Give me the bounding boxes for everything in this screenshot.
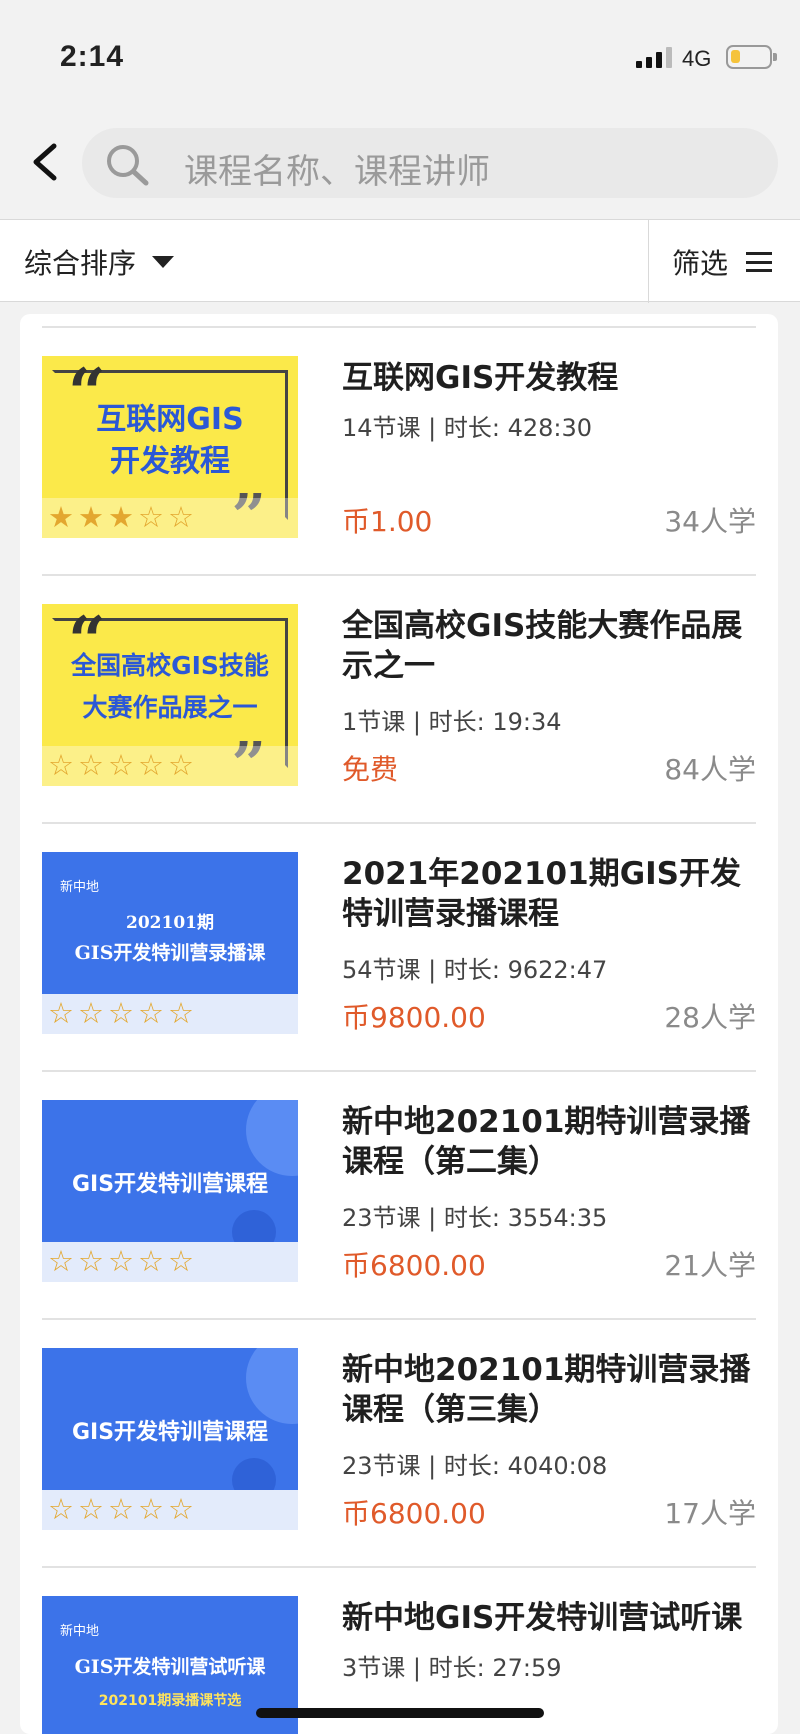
menu-icon: [746, 252, 773, 272]
star-outline-icon: ☆: [48, 1492, 74, 1526]
thumb-text: 全国高校GIS技能: [71, 651, 269, 680]
star-filled-icon: ★: [108, 500, 134, 534]
thumb-text: 202101期录播课节选: [98, 1693, 242, 1709]
course-meta: 1节课 | 时长: 19:34: [342, 708, 562, 736]
network-type: 4G: [682, 46, 712, 71]
course-meta: 23节课 | 时长: 4040:08: [342, 1452, 608, 1480]
star-outline-icon: ☆: [138, 996, 164, 1030]
thumb-text: 202101期: [126, 913, 214, 933]
course-title: 新中地GIS开发特训营试听课: [342, 1600, 743, 1636]
course-thumbnail: “ 全国高校GIS技能 大赛作品展之一 ” ☆ ☆ ☆ ☆ ☆: [42, 604, 298, 786]
star-outline-icon: ☆: [48, 748, 74, 782]
thumb-text: GIS开发特训营课程: [71, 1420, 269, 1445]
rating-stars: ☆ ☆ ☆ ☆ ☆: [48, 1247, 194, 1276]
battery-icon: [726, 45, 777, 69]
star-outline-icon: ☆: [78, 1492, 104, 1526]
caret-down-icon: [152, 256, 175, 268]
thumb-text: GIS开发特训营试听课: [74, 1656, 266, 1678]
rating-stars: ☆ ☆ ☆ ☆ ☆: [48, 1495, 194, 1524]
course-title: 2021年202101期GIS开发特训营录播课程: [342, 856, 742, 932]
filter-button[interactable]: 筛选: [672, 242, 773, 282]
course-item[interactable]: “ 互联网GIS 开发教程 ” ★ ★ ★ ☆ ☆ 互联网GIS开发教程 14节课 | …: [42, 328, 756, 576]
star-outline-icon: ☆: [168, 1244, 194, 1278]
course-item[interactable]: GIS开发特训营课程 ☆ ☆ ☆ ☆ ☆ 新中地202101期特训营录播课程（第三集） …: [42, 1320, 756, 1568]
course-meta: 23节课 | 时长: 3554:35: [342, 1204, 608, 1232]
search-input[interactable]: 课程名称、课程讲师: [184, 144, 490, 193]
star-outline-icon: ☆: [138, 748, 164, 782]
course-item[interactable]: GIS开发特训营课程 ☆ ☆ ☆ ☆ ☆ 新中地202101期特训营录播课程（第二集） …: [42, 1072, 756, 1320]
star-outline-icon: ☆: [108, 748, 134, 782]
star-outline-icon: ☆: [78, 996, 104, 1030]
star-outline-icon: ☆: [138, 500, 164, 534]
thumb-text: 新中地: [60, 880, 100, 895]
star-outline-icon: ☆: [168, 500, 194, 534]
thumb-text: 开发教程: [110, 444, 230, 479]
star-outline-icon: ☆: [108, 1492, 134, 1526]
rating-stars: ☆ ☆ ☆ ☆ ☆: [48, 999, 194, 1028]
course-item[interactable]: 新中地 202101期 GIS开发特训营录播课 ☆ ☆ ☆ ☆ ☆ 2021年20210…: [42, 824, 756, 1072]
course-list: “ 互联网GIS 开发教程 ” ★ ★ ★ ☆ ☆ 互联网GIS开发教程 14节课 | …: [20, 314, 778, 1734]
course-title: 互联网GIS开发教程: [342, 360, 619, 396]
course-title: 全国高校GIS技能大赛作品展示之一: [342, 608, 743, 684]
star-outline-icon: ☆: [78, 748, 104, 782]
status-bar: 2:14 4G: [0, 0, 800, 110]
course-price: 免费: [342, 753, 399, 786]
filter-bar: 综合排序 筛选: [0, 219, 800, 303]
star-outline-icon: ☆: [78, 1244, 104, 1278]
status-time: 2:14: [60, 40, 125, 73]
course-title: 新中地202101期特训营录播课程（第二集）: [342, 1104, 751, 1180]
course-thumbnail: 新中地 202101期 GIS开发特训营录播课 ☆ ☆ ☆ ☆ ☆: [42, 852, 298, 1034]
learner-count: 17人学: [664, 1497, 756, 1530]
learner-count: 21人学: [664, 1249, 756, 1282]
learner-count: 84人学: [664, 753, 756, 786]
star-outline-icon: ☆: [138, 1244, 164, 1278]
course-meta: 14节课 | 时长: 428:30: [342, 414, 593, 442]
sort-dropdown[interactable]: 综合排序: [24, 242, 175, 282]
course-thumbnail: “ 互联网GIS 开发教程 ” ★ ★ ★ ☆ ☆: [42, 356, 298, 538]
top-nav: 课程名称、课程讲师: [0, 110, 800, 220]
star-outline-icon: ☆: [48, 996, 74, 1030]
thumb-text: GIS开发特训营录播课: [74, 942, 266, 964]
learner-count: 34人学: [664, 505, 756, 538]
thumb-text: 互联网GIS: [96, 402, 244, 437]
filter-label: 筛选: [672, 247, 729, 280]
course-price: 币1.00: [342, 505, 433, 538]
course-price: 币6800.00: [342, 1497, 486, 1530]
course-meta: 54节课 | 时长: 9622:47: [342, 956, 608, 984]
course-thumbnail: GIS开发特训营课程 ☆ ☆ ☆ ☆ ☆: [42, 1348, 298, 1530]
star-filled-icon: ★: [78, 500, 104, 534]
signal-icon: [636, 46, 672, 68]
thumb-text: GIS开发特训营课程: [71, 1172, 269, 1197]
home-indicator[interactable]: [256, 1708, 544, 1718]
star-outline-icon: ☆: [108, 1244, 134, 1278]
search-icon: [107, 145, 149, 186]
star-filled-icon: ★: [48, 500, 74, 534]
thumb-text: 大赛作品展之一: [82, 693, 258, 722]
star-outline-icon: ☆: [168, 1492, 194, 1526]
divider: [648, 220, 649, 303]
course-title: 新中地202101期特训营录播课程（第三集）: [342, 1352, 751, 1428]
rating-stars: ☆ ☆ ☆ ☆ ☆: [48, 751, 194, 780]
rating-stars: ★ ★ ★ ☆ ☆: [48, 503, 194, 532]
sort-label: 综合排序: [24, 247, 137, 280]
search-bar[interactable]: 课程名称、课程讲师: [82, 128, 778, 198]
course-price: 币6800.00: [342, 1249, 486, 1282]
star-outline-icon: ☆: [138, 1492, 164, 1526]
learner-count: 28人学: [664, 1001, 756, 1034]
course-item[interactable]: “ 全国高校GIS技能 大赛作品展之一 ” ☆ ☆ ☆ ☆ ☆ 全国高校GIS技能大赛作…: [42, 576, 756, 824]
course-thumbnail: GIS开发特训营课程 ☆ ☆ ☆ ☆ ☆: [42, 1100, 298, 1282]
course-meta: 3节课 | 时长: 27:59: [342, 1654, 562, 1682]
back-arrow-icon[interactable]: [26, 140, 66, 184]
star-outline-icon: ☆: [168, 748, 194, 782]
star-outline-icon: ☆: [48, 1244, 74, 1278]
thumb-text: 新中地: [60, 1624, 100, 1639]
star-outline-icon: ☆: [108, 996, 134, 1030]
star-outline-icon: ☆: [168, 996, 194, 1030]
battery-level: [731, 50, 740, 63]
course-price: 币9800.00: [342, 1001, 486, 1034]
